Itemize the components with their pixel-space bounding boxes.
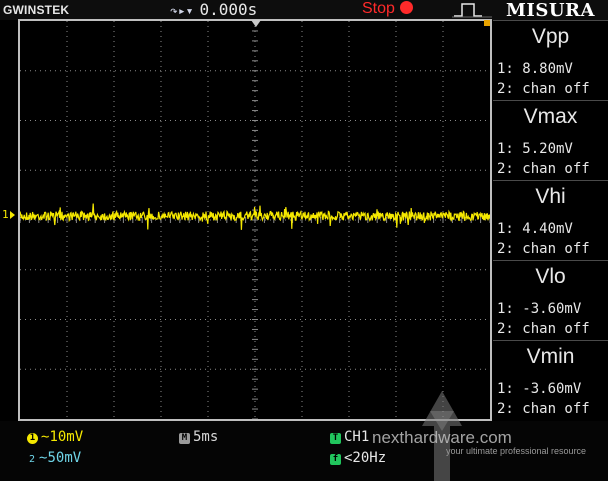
frequency-f-icon: f <box>330 454 341 465</box>
measurement-ch2: 2: chan off <box>497 81 590 97</box>
graticule <box>20 21 490 419</box>
waveform-display[interactable] <box>18 19 492 421</box>
trigger-time: 0.000s <box>199 0 258 19</box>
measurement-ch2: 2: chan off <box>497 161 590 177</box>
measurement-title: Vlo <box>535 265 566 288</box>
timebase-value: 5ms <box>193 429 219 445</box>
rising-edge-icon <box>452 3 492 18</box>
timebase[interactable]: M 5ms <box>179 429 218 445</box>
timebase-m-icon: M <box>179 433 190 444</box>
measurement-vpp[interactable]: Vpp 1: 8.80mV 2: chan off <box>493 20 608 100</box>
trigger-position: ↷▸▾ 0.000s <box>170 0 257 19</box>
trigger-t-icon: T <box>330 433 341 444</box>
misura-badge: MISURA <box>506 0 595 21</box>
status-bar: GWINSTEK ↷▸▾ 0.000s Stop MISURA <box>0 0 608 21</box>
run-state-label: Stop <box>362 0 395 17</box>
measurement-ch1: 1: 5.20mV <box>497 141 573 157</box>
ch1-ground-marker[interactable]: 1 <box>2 208 15 221</box>
stop-icon <box>399 1 413 14</box>
ch2-scale[interactable]: 2 ∼50mV <box>29 450 81 466</box>
trigger-level-marker[interactable] <box>484 20 490 26</box>
measurement-panel: Vpp 1: 8.80mV 2: chan off Vmax 1: 5.20mV… <box>493 20 608 421</box>
trigger-source[interactable]: T CH1 <box>330 429 369 445</box>
measurement-title: Vmax <box>523 105 578 128</box>
measurement-title: Vhi <box>535 185 566 208</box>
measurement-vhi[interactable]: Vhi 1: 4.40mV 2: chan off <box>493 180 608 260</box>
measurement-vmax[interactable]: Vmax 1: 5.20mV 2: chan off <box>493 100 608 180</box>
run-state[interactable]: Stop <box>362 0 413 18</box>
ch2-label-icon: 2 <box>29 454 36 465</box>
brand-logo: GWINSTEK <box>3 3 70 17</box>
trigger-source-value: CH1 <box>344 429 370 445</box>
trigger-position-marker[interactable] <box>251 20 261 27</box>
trigger-arrows-icon: ↷▸▾ <box>170 4 194 19</box>
watermark-site: nexthardware.com <box>372 428 512 447</box>
watermark-tagline: your ultimate professional resource <box>446 446 587 456</box>
measurement-ch1: 1: 4.40mV <box>497 221 573 237</box>
ch1-scale-value: 10mV <box>49 429 84 445</box>
ch1-trace <box>20 203 490 230</box>
trigger-frequency[interactable]: f <20Hz <box>330 450 386 466</box>
measurement-vlo[interactable]: Vlo 1: -3.60mV 2: chan off <box>493 260 608 340</box>
ch1-badge-icon: 1 <box>27 433 38 444</box>
measurement-ch2: 2: chan off <box>497 321 590 337</box>
measurement-title: Vpp <box>531 25 570 48</box>
trigger-frequency-value: <20Hz <box>344 450 387 466</box>
measurement-ch2: 2: chan off <box>497 241 590 257</box>
ch2-scale-value: 50mV <box>47 450 82 466</box>
measurement-ch1: 1: 8.80mV <box>497 61 573 77</box>
measurement-ch1: 1: -3.60mV <box>497 301 582 317</box>
ch1-scale[interactable]: 1 ∼10mV <box>27 429 83 445</box>
measurement-title: Vmin <box>526 345 575 368</box>
